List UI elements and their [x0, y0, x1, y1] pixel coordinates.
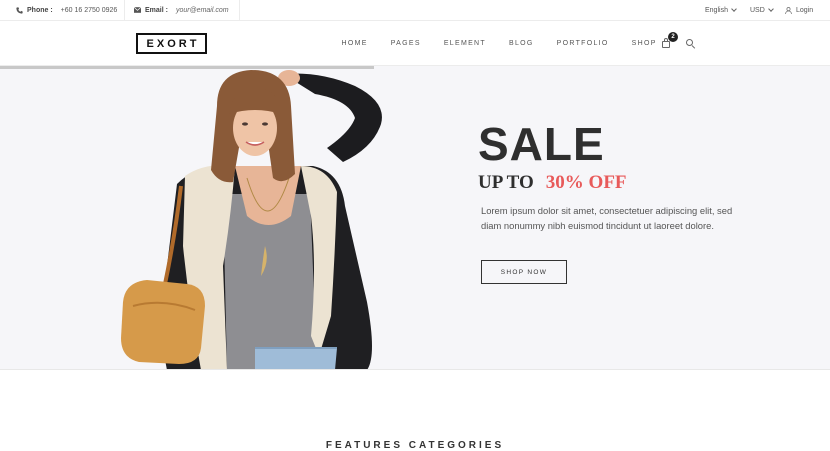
- nav-item-portfolio[interactable]: PORTFOLIO: [557, 40, 609, 47]
- currency-value: USD: [750, 6, 765, 14]
- search-icon[interactable]: [686, 39, 696, 49]
- login-link[interactable]: Login: [785, 0, 813, 20]
- hero-subtitle-prefix: UP TO: [478, 172, 534, 193]
- chevron-down-icon: [731, 5, 737, 12]
- top-bar: Phone : +60 16 2750 0926 Email : your@em…: [0, 0, 830, 21]
- email-info: Email : your@email.com: [134, 0, 229, 20]
- phone-icon: [16, 6, 23, 14]
- envelope-icon: [134, 7, 141, 13]
- divider: [124, 0, 125, 20]
- model-image: [121, 70, 382, 369]
- cart-count-badge: 2: [668, 32, 678, 42]
- hero-discount: 30% OFF: [545, 172, 627, 193]
- site-logo[interactable]: EXORT: [136, 33, 207, 54]
- hero-description: Lorem ipsum dolor sit amet, consectetuer…: [481, 205, 733, 231]
- divider: [239, 0, 240, 20]
- email-label: Email :: [145, 6, 168, 14]
- phone-value[interactable]: +60 16 2750 0926: [61, 7, 118, 14]
- main-header: EXORT HOME PAGES ELEMENT BLOG PORTFOLIO …: [0, 21, 830, 66]
- hero-slider: SALE UP TO 30% OFF Lorem ipsum dolor sit…: [0, 66, 830, 370]
- nav-item-pages[interactable]: PAGES: [391, 40, 421, 47]
- language-select[interactable]: English: [705, 0, 737, 20]
- nav-item-element[interactable]: ELEMENT: [444, 40, 486, 47]
- nav-item-home[interactable]: HOME: [342, 40, 368, 47]
- login-label: Login: [796, 6, 814, 14]
- chevron-down-icon: [767, 5, 774, 12]
- user-icon: [785, 6, 792, 14]
- main-nav: HOME PAGES ELEMENT BLOG PORTFOLIO SHOP: [330, 21, 668, 66]
- shop-now-button[interactable]: SHOP NOW: [481, 260, 567, 284]
- email-value[interactable]: your@email.com: [176, 7, 229, 14]
- phone-label: Phone :: [27, 6, 53, 14]
- nav-item-blog[interactable]: BLOG: [509, 40, 534, 47]
- phone-info: Phone : +60 16 2750 0926: [16, 0, 117, 20]
- nav-item-shop[interactable]: SHOP: [632, 40, 657, 47]
- currency-select[interactable]: USD: [750, 0, 774, 20]
- language-value: English: [705, 6, 728, 14]
- hero-subtitle: UP TO 30% OFF: [478, 172, 627, 194]
- section-title: FEATURES CATEGORIES: [325, 440, 505, 451]
- hero-title: SALE: [478, 118, 605, 170]
